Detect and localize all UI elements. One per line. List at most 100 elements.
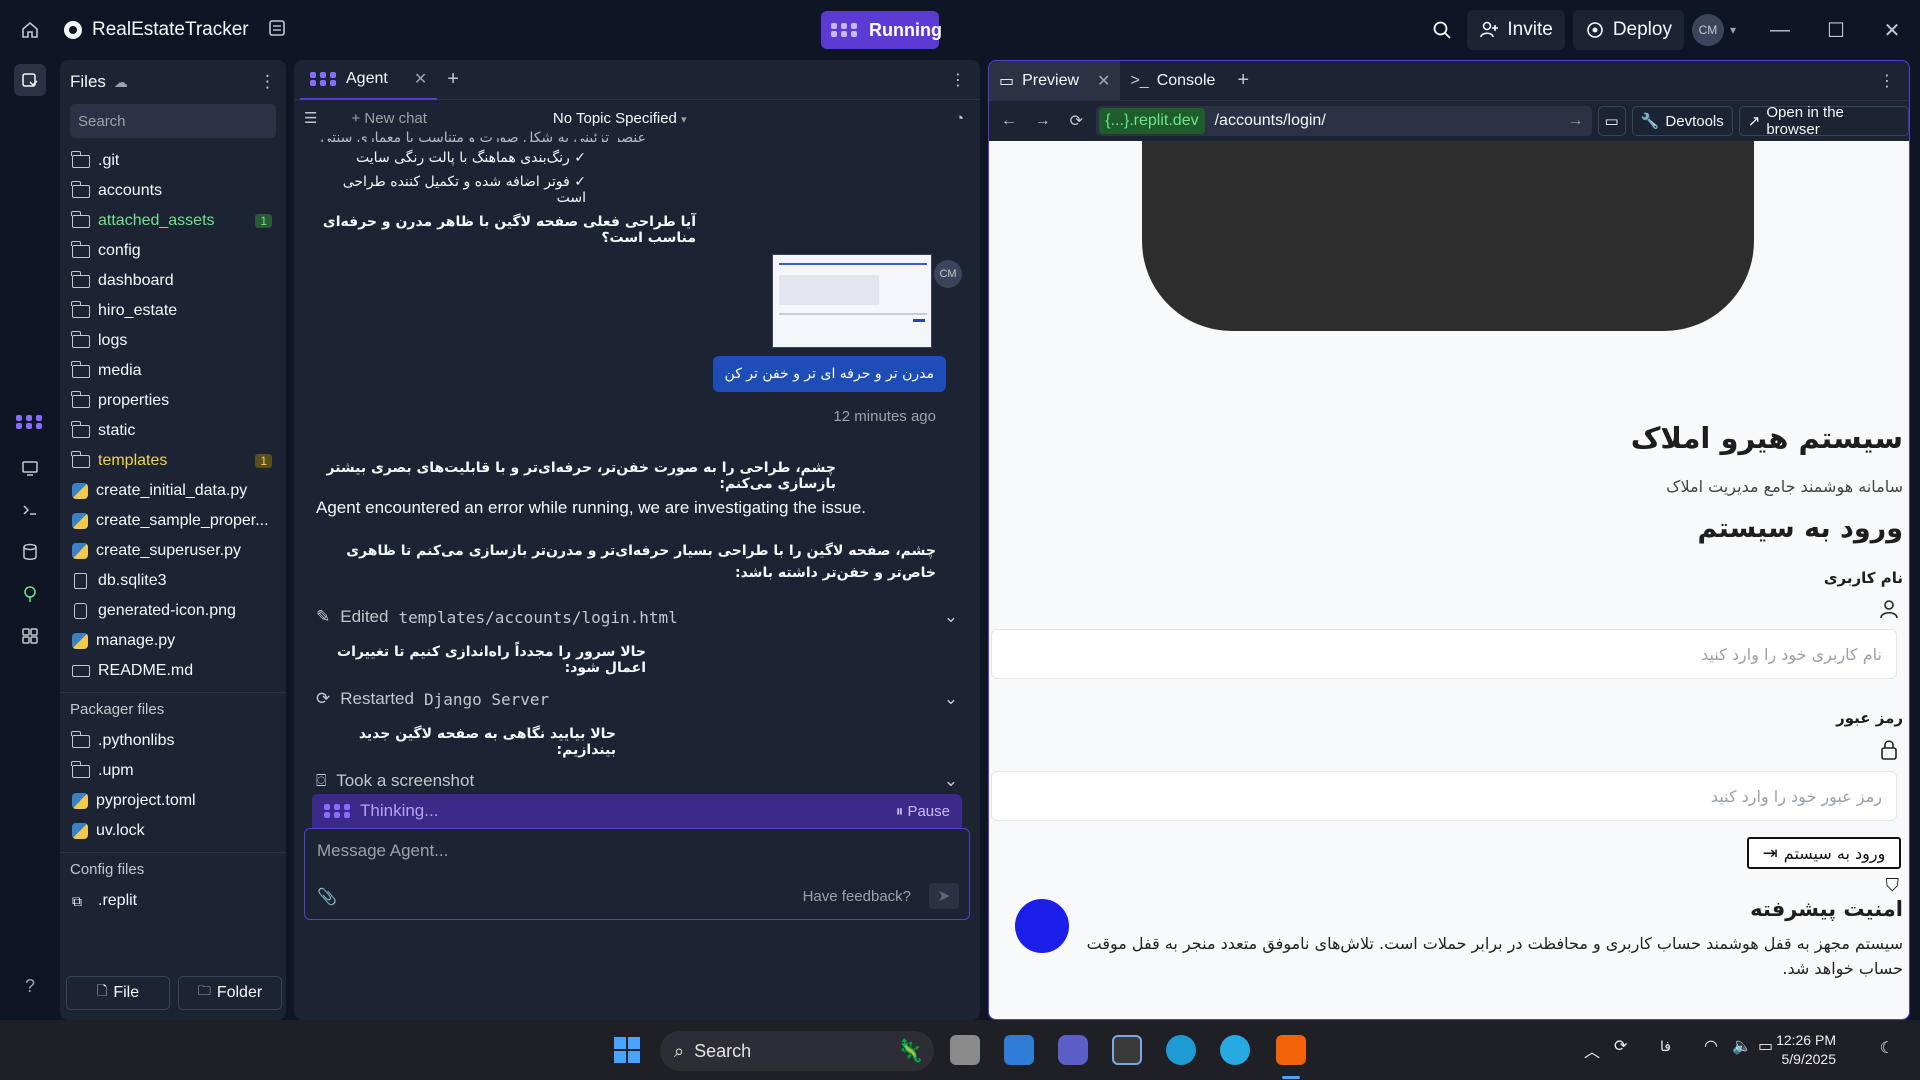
speed-icon[interactable]: ◔ — [955, 110, 964, 127]
file-tree-item[interactable]: ⧉ .replit — [60, 886, 286, 916]
windows-start-icon[interactable] — [612, 1035, 642, 1065]
restarted-server-row[interactable]: ⟳ Restarted Django Server ⌄ — [316, 684, 958, 714]
chat-history-icon[interactable]: ☰ — [304, 109, 317, 127]
file-tree-item[interactable]: manage.py — [60, 626, 286, 656]
close-tab-icon[interactable]: ✕ — [414, 69, 427, 89]
task-view-icon[interactable] — [950, 1035, 980, 1065]
tab-console[interactable]: >_ Console — [1120, 61, 1225, 101]
agent-rail-icon[interactable] — [14, 406, 46, 438]
edge-icon[interactable] — [1166, 1035, 1196, 1065]
replit-icon[interactable] — [1276, 1035, 1306, 1065]
files-menu-icon[interactable]: ⋮ — [259, 72, 276, 92]
file-tree-item[interactable]: media — [60, 356, 286, 386]
browser-icon[interactable] — [1220, 1035, 1250, 1065]
deploy-button[interactable]: Deploy — [1572, 10, 1684, 50]
clock[interactable]: 12:26 PM 5/9/2025 — [1776, 1031, 1836, 1069]
file-tree-item[interactable]: properties — [60, 386, 286, 416]
file-tree-item[interactable]: .git — [60, 146, 286, 176]
new-folder-button[interactable]: 🗀 Folder — [178, 976, 282, 1010]
tab-preview[interactable]: ▭ Preview ✕ — [989, 61, 1121, 101]
maximize-icon[interactable]: ☐ — [1808, 0, 1864, 60]
config-files-label[interactable]: Config files — [60, 852, 286, 886]
add-tab-icon[interactable]: + — [1237, 69, 1249, 92]
input-language[interactable]: فا — [1660, 1038, 1671, 1055]
file-tree-item[interactable]: pyproject.toml — [60, 786, 286, 816]
user-avatar[interactable]: CM — [1691, 14, 1724, 46]
chevron-down-icon[interactable]: ⌄ — [944, 771, 958, 791]
topic-selector[interactable]: No Topic Specified ▾ — [553, 110, 687, 127]
file-tree-item[interactable]: templates 1 — [60, 446, 286, 476]
send-button[interactable]: ➤ — [929, 883, 959, 909]
username-input[interactable]: نام کاربری خود را وارد کنید — [991, 629, 1897, 679]
file-tree-item[interactable]: config — [60, 236, 286, 266]
file-tree-item[interactable]: accounts — [60, 176, 286, 206]
file-tree-item[interactable]: create_superuser.py — [60, 536, 286, 566]
file-tree-item[interactable]: generated-icon.png — [60, 596, 286, 626]
search-icon[interactable] — [1417, 20, 1467, 40]
attach-icon[interactable]: 📎 — [317, 887, 337, 907]
minimize-icon[interactable]: — — [1752, 0, 1808, 60]
open-in-browser-button[interactable]: ↗ Open in the browser — [1738, 104, 1909, 138]
file-tree-item[interactable]: hiro_estate — [60, 296, 286, 326]
home-icon[interactable] — [0, 0, 60, 60]
message-composer[interactable]: Message Agent... 📎 Have feedback? ➤ — [304, 828, 970, 920]
new-file-button[interactable]: 🗋 File — [66, 976, 170, 1010]
preview-menu-icon[interactable]: ⋮ — [1879, 71, 1895, 91]
console-rail-icon[interactable] — [14, 494, 46, 526]
store-icon[interactable] — [1112, 1035, 1142, 1065]
reload-icon[interactable]: ⟳ — [1062, 111, 1090, 131]
battery-icon[interactable]: ▭ — [1758, 1036, 1773, 1056]
devtools-button[interactable]: 🔧 Devtools — [1631, 106, 1733, 136]
pause-button[interactable]: ⏸ Pause — [896, 803, 950, 820]
wifi-icon[interactable]: ◠ — [1704, 1036, 1718, 1056]
do-not-disturb-icon[interactable]: ☾ — [1880, 1038, 1894, 1058]
file-tree-item[interactable]: .pythonlibs — [60, 726, 286, 756]
add-tab-icon[interactable]: + — [447, 68, 459, 91]
device-toggle-icon[interactable]: ▭ — [1597, 106, 1626, 136]
login-button[interactable]: ⇥ ورود به سیستم — [1747, 837, 1901, 869]
app-menu-icon[interactable] — [267, 18, 287, 43]
url-bar[interactable]: {...}.replit.dev /accounts/login/ → — [1096, 106, 1592, 136]
file-tree-item[interactable]: logs — [60, 326, 286, 356]
file-tree-item[interactable]: uv.lock — [60, 816, 286, 846]
close-window-icon[interactable]: ✕ — [1864, 0, 1920, 60]
chevron-down-icon[interactable]: ▾ — [1730, 23, 1736, 37]
preview-rail-icon[interactable] — [14, 452, 46, 484]
floating-action-button[interactable] — [1015, 899, 1069, 953]
widgets-icon[interactable] — [1004, 1035, 1034, 1065]
files-search-input[interactable]: Search — [70, 104, 276, 138]
deployments-icon[interactable] — [14, 578, 46, 610]
go-arrow-icon[interactable]: → — [1568, 112, 1584, 130]
agent-menu-icon[interactable]: ⋮ — [950, 70, 966, 90]
new-chat-button[interactable]: + New chat — [351, 110, 426, 127]
password-input[interactable]: رمز عبور خود را وارد کنید — [991, 771, 1897, 821]
all-tools-icon[interactable] — [14, 620, 46, 652]
close-tab-icon[interactable]: ✕ — [1097, 71, 1110, 91]
sync-icon[interactable]: ⟳ — [1614, 1036, 1627, 1056]
packager-files-label[interactable]: Packager files — [60, 692, 286, 726]
back-icon[interactable]: ← — [995, 112, 1023, 130]
file-tree-item[interactable]: .upm — [60, 756, 286, 786]
tray-chevron-icon[interactable]: ︿ — [1584, 1038, 1600, 1062]
screenshot-row[interactable]: ⌼ Took a screenshot ⌄ — [316, 766, 958, 796]
file-tree-item[interactable]: README.md — [60, 656, 286, 686]
running-button[interactable]: Running — [821, 11, 942, 49]
taskbar-search[interactable]: ⌕ Search 🦎 — [660, 1031, 934, 1071]
file-tree-item[interactable]: db.sqlite3 — [60, 566, 286, 596]
database-icon[interactable] — [14, 536, 46, 568]
tab-agent[interactable]: Agent ✕ — [300, 60, 438, 100]
feedback-link[interactable]: Have feedback? — [803, 888, 911, 905]
screenshot-thumbnail[interactable] — [772, 254, 932, 348]
volume-icon[interactable]: 🔈 — [1732, 1036, 1752, 1056]
chevron-down-icon[interactable]: ⌄ — [944, 607, 958, 627]
file-tree-item[interactable]: create_initial_data.py — [60, 476, 286, 506]
edited-file-row[interactable]: ✎ Edited templates/accounts/login.html ⌄ — [316, 602, 958, 632]
help-icon[interactable]: ? — [14, 970, 46, 1002]
file-tree-item[interactable]: static — [60, 416, 286, 446]
chevron-down-icon[interactable]: ⌄ — [944, 689, 958, 709]
teams-icon[interactable] — [1058, 1035, 1088, 1065]
invite-button[interactable]: Invite — [1467, 10, 1565, 50]
app-title[interactable]: RealEstateTracker — [64, 19, 249, 41]
file-tree-item[interactable]: attached_assets 1 — [60, 206, 286, 236]
file-tree-item[interactable]: create_sample_proper... — [60, 506, 286, 536]
